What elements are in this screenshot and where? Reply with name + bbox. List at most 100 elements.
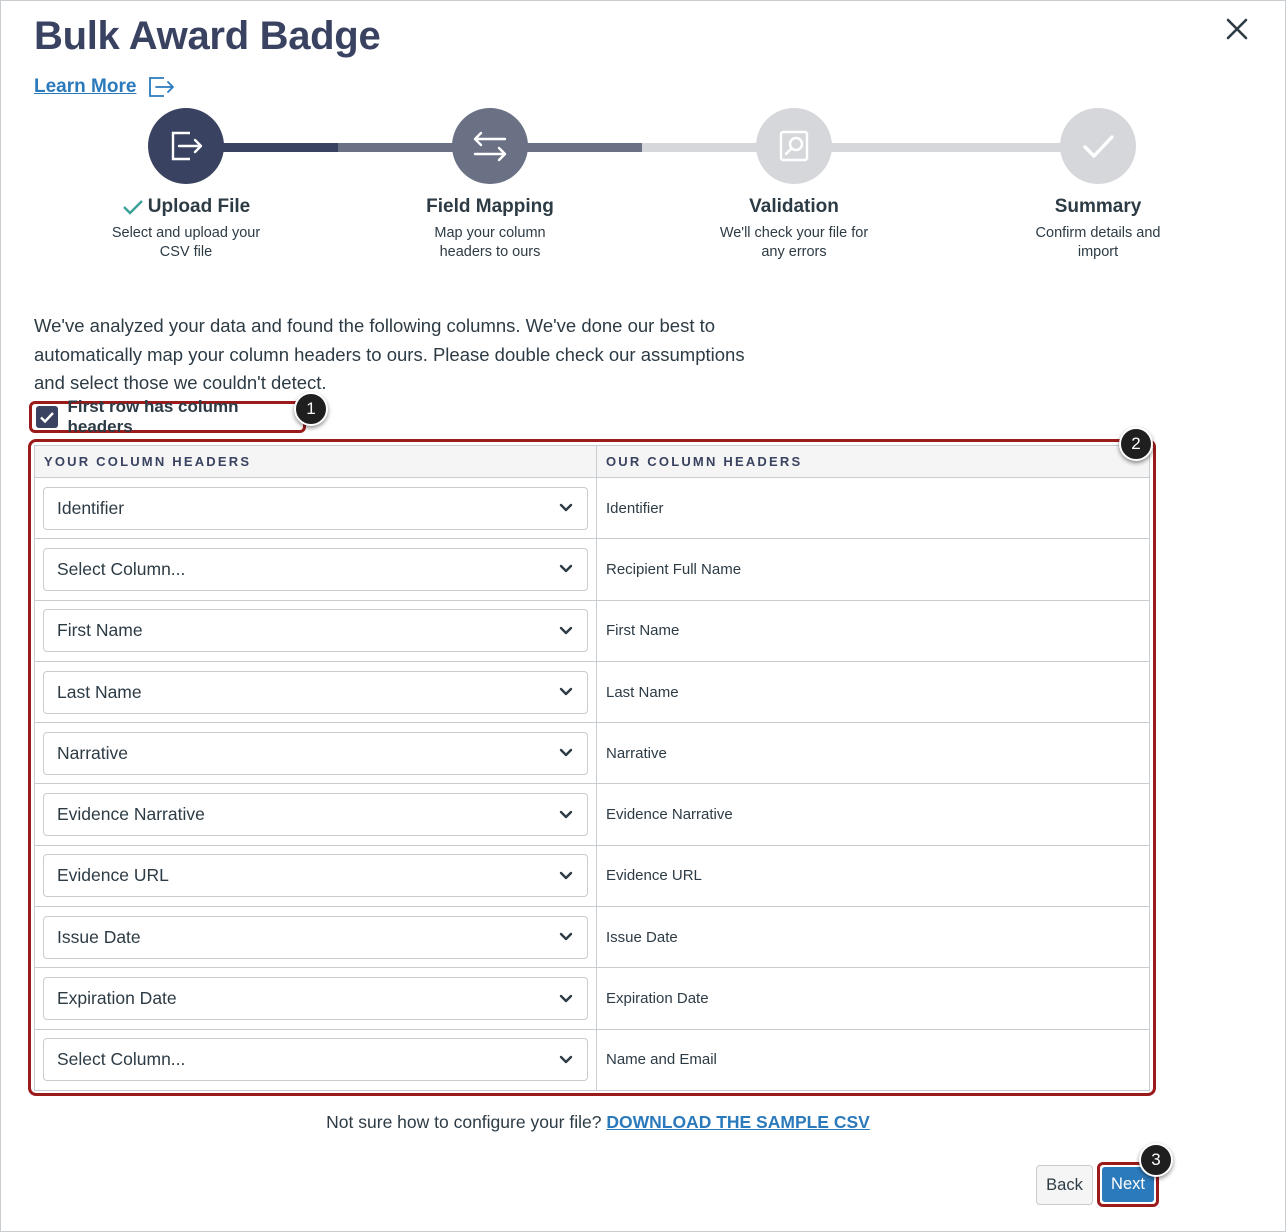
step-validation: Validation We'll check your file for any… — [664, 108, 924, 262]
column-select[interactable]: Narrative — [43, 731, 588, 775]
table-row: Last Name Last Name — [34, 661, 1150, 724]
chevron-down-icon — [559, 994, 573, 1002]
step-circle — [452, 108, 528, 184]
our-column-cell: Narrative — [596, 722, 1150, 785]
column-select[interactable]: Select Column... — [43, 547, 588, 591]
your-column-cell: Identifier — [34, 477, 597, 540]
step-desc: Confirm details and import — [1035, 225, 1161, 260]
page-title: Bulk Award Badge — [34, 14, 381, 58]
step-desc: Select and upload your CSV file — [111, 225, 261, 260]
chevron-down-icon — [559, 565, 573, 573]
your-column-cell: Select Column... — [34, 1029, 597, 1091]
table-row: Select Column... Name and Email — [34, 1029, 1150, 1091]
table-row: Narrative Narrative — [34, 722, 1150, 785]
step-circle — [1060, 108, 1136, 184]
callout-badge-1: 1 — [294, 392, 328, 426]
chevron-down-icon — [559, 933, 573, 941]
learn-more: Learn More — [34, 74, 176, 100]
select-value: First Name — [57, 620, 143, 641]
column-header-yours: YOUR COLUMN HEADERS — [34, 445, 597, 478]
chevron-down-icon — [559, 810, 573, 818]
our-column-cell: Identifier — [596, 477, 1150, 540]
checkmark-icon — [1083, 135, 1114, 158]
your-column-cell: Evidence Narrative — [34, 783, 597, 846]
column-select[interactable]: Identifier — [43, 486, 588, 530]
your-column-cell: Last Name — [34, 661, 597, 724]
our-column-cell: Expiration Date — [596, 967, 1150, 1030]
our-column-cell: Name and Email — [606, 1051, 717, 1069]
table-row: Select Column... Recipient Full Name — [34, 538, 1150, 601]
learn-more-link[interactable]: Learn More — [34, 76, 136, 98]
column-select[interactable]: Issue Date — [43, 915, 588, 959]
chevron-down-icon — [559, 1055, 573, 1064]
step-summary: Summary Confirm details and import — [968, 108, 1228, 262]
our-column-cell: First Name — [596, 600, 1150, 662]
step-label: Summary — [1054, 196, 1142, 217]
search-document-icon — [779, 130, 809, 162]
your-column-cell: Narrative — [34, 722, 597, 785]
column-select[interactable]: Evidence Narrative — [43, 793, 588, 837]
step-upload-file: Upload File Select and upload your CSV f… — [56, 108, 316, 262]
column-select[interactable]: Last Name — [43, 670, 588, 714]
upload-file-icon — [171, 131, 203, 161]
our-column-cell: Last Name — [596, 661, 1150, 724]
select-value: Issue Date — [57, 926, 141, 947]
back-button[interactable]: Back — [1036, 1165, 1093, 1205]
column-mapping-table: YOUR COLUMN HEADERS OUR COLUMN HEADERS I… — [28, 439, 1156, 1096]
step-label: Validation — [749, 196, 839, 217]
table-row: Evidence Narrative Evidence Narrative — [34, 783, 1150, 846]
select-value: Identifier — [57, 497, 125, 518]
checkbox-label: First row has column headers — [67, 397, 239, 436]
chevron-down-icon — [559, 626, 573, 634]
our-column-cell: Evidence Narrative — [596, 783, 1150, 846]
step-label: Field Mapping — [426, 196, 554, 217]
select-value: Select Column... — [57, 1049, 186, 1070]
close-icon — [1226, 18, 1248, 40]
intro-text: We've analyzed your data and found the f… — [34, 315, 745, 393]
step-circle — [756, 108, 832, 184]
close-button[interactable] — [1220, 12, 1254, 46]
check-icon — [122, 200, 143, 215]
chevron-down-icon — [559, 749, 573, 757]
your-column-cell: Select Column... — [34, 538, 597, 601]
step-field-mapping: Field Mapping Map your column headers to… — [360, 108, 620, 262]
first-row-headers-checkbox[interactable]: First row has column headers — [29, 397, 306, 436]
check-icon — [39, 411, 54, 423]
column-select[interactable]: Evidence URL — [43, 854, 588, 898]
column-select[interactable]: Expiration Date — [43, 977, 588, 1021]
select-value: Last Name — [57, 681, 142, 702]
our-column-cell: Recipient Full Name — [596, 538, 1150, 601]
our-column-cell: Issue Date — [596, 906, 1150, 969]
external-link-icon[interactable] — [146, 74, 176, 100]
chevron-down-icon — [559, 687, 573, 696]
chevron-down-icon — [559, 503, 573, 512]
table-row: Issue Date Issue Date — [34, 906, 1150, 969]
table-row: Evidence URL Evidence URL — [34, 845, 1150, 908]
swap-arrows-icon — [473, 131, 507, 162]
select-value: Evidence URL — [57, 865, 169, 886]
our-column-cell: Evidence URL — [596, 845, 1150, 908]
column-header-ours: OUR COLUMN HEADERS — [596, 445, 1150, 478]
table-row: Identifier Identifier — [34, 477, 1150, 540]
chevron-down-icon — [559, 871, 573, 880]
your-column-cell: Issue Date — [34, 906, 597, 969]
table-row: First Name First Name — [34, 600, 1150, 662]
your-column-cell: First Name — [34, 600, 597, 662]
your-column-cell: Evidence URL — [34, 845, 597, 908]
step-desc: We'll check your file for any errors — [719, 225, 869, 260]
select-value: Narrative — [57, 742, 128, 763]
callout-badge-2: 2 — [1119, 427, 1153, 461]
your-column-cell: Expiration Date — [34, 967, 597, 1030]
column-select[interactable]: First Name — [43, 609, 588, 653]
select-value: Select Column... — [57, 558, 186, 579]
select-value: Evidence Narrative — [57, 804, 205, 825]
step-circle — [148, 108, 224, 184]
column-select[interactable]: Select Column... — [43, 1038, 588, 1082]
step-desc: Map your column headers to ours — [434, 225, 546, 260]
table-row: Expiration Date Expiration Date — [34, 967, 1150, 1030]
callout-badge-3: 3 — [1139, 1143, 1173, 1177]
step-label: Upload File — [56, 196, 316, 218]
footer-note: Not sure how to configure your file? DOW… — [326, 1112, 870, 1132]
checkbox[interactable] — [36, 406, 58, 428]
download-sample-csv-link[interactable]: DOWNLOAD THE SAMPLE CSV — [606, 1112, 869, 1132]
